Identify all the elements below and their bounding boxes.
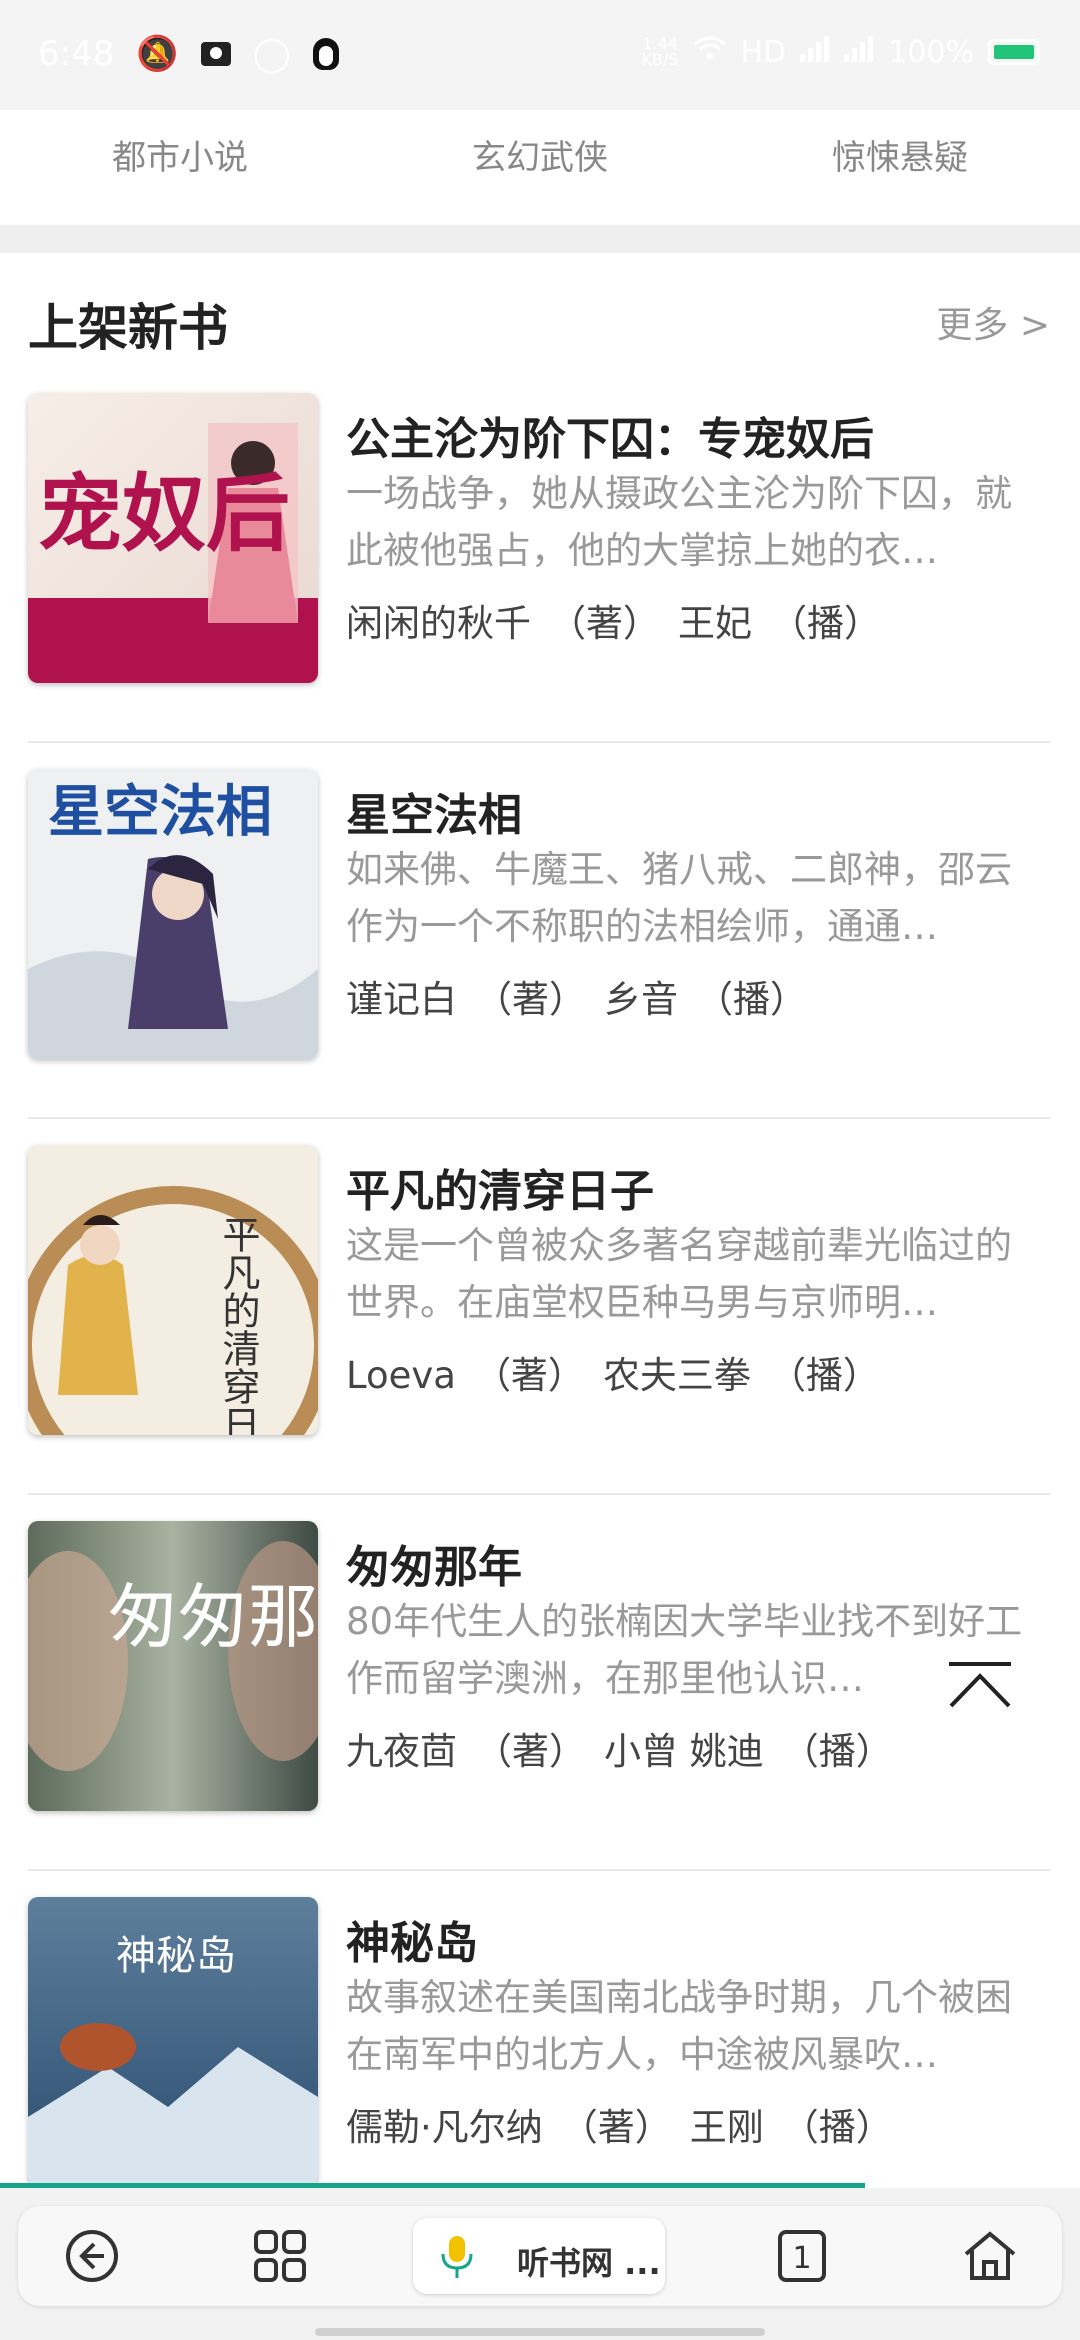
author-name: 谨记白 xyxy=(346,978,457,1021)
wifi-icon xyxy=(693,34,727,70)
author-name: 九夜茴 xyxy=(346,1730,457,1773)
network-speed: 1.44 KB/S xyxy=(641,34,679,69)
home-icon[interactable] xyxy=(958,2224,1022,2288)
tab-title: 听书网 ... xyxy=(517,2244,661,2282)
book-item[interactable]: 平凡的清穿日子 平凡的清穿日子 这是一个曾被众多著名穿越前辈光临过的世界。在庙堂… xyxy=(28,1117,1050,1495)
narrator-tag: （播） xyxy=(768,1354,880,1397)
book-title[interactable]: 平凡的清穿日子 xyxy=(346,1155,654,1219)
book-title[interactable]: 公主沦为阶下囚：专宠奴后 xyxy=(346,403,874,467)
book-credits: 九夜茴 （著） 小曾 姚迪 （播） xyxy=(346,1721,911,1775)
battery-percent: 100% xyxy=(888,34,974,70)
menu-grid-icon[interactable] xyxy=(248,2224,312,2288)
tabs-count-icon[interactable]: 1 xyxy=(770,2224,834,2288)
book-description: 如来佛、牛魔王、猪八戒、二郎神，邵云作为一个不称职的法相绘师，通通… xyxy=(346,848,1012,948)
narrator-tag: （播） xyxy=(781,2106,893,2149)
book-title[interactable]: 神秘岛 xyxy=(346,1907,478,1971)
book-item[interactable]: 宠奴后 公主沦为阶下囚：专宠奴后 一场战争，她从摄政公主沦为阶下囚，就此被他强占… xyxy=(28,365,1050,743)
book-description: 故事叙述在美国南北战争时期，几个被困在南军中的北方人，中途被风暴吹… xyxy=(346,1976,1012,2076)
book-credits: 儒勒·凡尔纳 （著） 王刚 （播） xyxy=(346,2097,911,2151)
narrator-name: 王妃 xyxy=(678,602,752,645)
bottom-nav-panel: 听书网 ... 1 xyxy=(18,2206,1062,2306)
category-thriller[interactable]: 惊悚悬疑 xyxy=(720,110,1080,225)
svg-text:星空法相: 星空法相 xyxy=(48,779,272,845)
author-tag: （著） xyxy=(560,2106,672,2149)
sync-circle-icon: ◯ xyxy=(252,34,291,74)
signal-icon-2 xyxy=(844,35,874,70)
back-to-top-icon[interactable] xyxy=(945,1660,1015,1710)
category-row: 都市小说 玄幻武侠 惊悚悬疑 xyxy=(0,110,1080,225)
book-cover[interactable]: 星空法相 xyxy=(28,769,318,1059)
current-tab-pill[interactable]: 听书网 ... xyxy=(413,2218,665,2294)
narrator-tag: （播） xyxy=(770,602,881,645)
category-fantasy[interactable]: 玄幻武侠 xyxy=(360,110,720,225)
narrator-name: 小曾 姚迪 xyxy=(604,1730,764,1773)
narrator-tag: （播） xyxy=(696,978,807,1021)
svg-text:匆匆那年: 匆匆那年 xyxy=(108,1576,318,1658)
more-link[interactable]: 更多 > xyxy=(936,296,1050,348)
status-bar: 6:48 🔕 ◯ 1.44 KB/S HD 100% xyxy=(0,0,1080,110)
author-name: Loeva xyxy=(346,1354,456,1397)
signal-icon-1 xyxy=(800,35,830,70)
hd-label: HD xyxy=(740,34,787,70)
author-name: 儒勒·凡尔纳 xyxy=(346,2106,543,2149)
bottom-nav-bar: 听书网 ... 1 xyxy=(0,2188,1080,2340)
book-cover[interactable]: 匆匆那年 xyxy=(28,1521,318,1811)
book-credits: 谨记白 （著） 乡音 （播） xyxy=(346,969,825,1023)
narrator-tag: （播） xyxy=(781,1730,893,1773)
section-title: 上架新书 xyxy=(28,299,228,357)
narrator-name: 农夫三拳 xyxy=(602,1354,751,1397)
category-urban[interactable]: 都市小说 xyxy=(0,110,360,225)
microphone-icon xyxy=(435,2232,479,2286)
back-icon[interactable] xyxy=(60,2224,124,2288)
svg-text:宠奴后: 宠奴后 xyxy=(38,464,290,563)
home-indicator xyxy=(315,2328,765,2336)
book-credits: 闲闲的秋千 （著） 王妃 （播） xyxy=(346,593,899,647)
author-tag: （著） xyxy=(473,1354,585,1397)
author-tag: （著） xyxy=(549,602,660,645)
book-title[interactable]: 星空法相 xyxy=(346,779,522,843)
svg-text:神秘岛: 神秘岛 xyxy=(116,1933,236,1979)
author-tag: （著） xyxy=(475,978,586,1021)
book-credits: Loeva （著） 农夫三拳 （播） xyxy=(346,1345,898,1399)
book-title[interactable]: 匆匆那年 xyxy=(346,1531,522,1595)
book-cover[interactable]: 平凡的清穿日子 xyxy=(28,1145,318,1435)
book-cover[interactable]: 宠奴后 xyxy=(28,393,318,683)
author-name: 闲闲的秋千 xyxy=(346,602,531,645)
book-description: 一场战争，她从摄政公主沦为阶下囚，就此被他强占，他的大掌掠上她的衣… xyxy=(346,472,1012,572)
narrator-name: 王刚 xyxy=(689,2106,764,2149)
section-divider xyxy=(0,225,1080,253)
book-item[interactable]: 星空法相 星空法相 如来佛、牛魔王、猪八戒、二郎神，邵云作为一个不称职的法相绘师… xyxy=(28,741,1050,1119)
svg-text:平凡的清穿日子: 平凡的清穿日子 xyxy=(216,1215,260,1435)
narrator-name: 乡音 xyxy=(604,978,678,1021)
camera-icon xyxy=(200,42,231,66)
book-cover[interactable]: 神秘岛 xyxy=(28,1897,318,2187)
qq-penguin-icon xyxy=(312,38,339,70)
clock: 6:48 xyxy=(38,34,115,74)
book-description: 80年代生人的张楠因大学毕业找不到好工作而留学澳洲，在那里他认识… xyxy=(346,1600,1023,1700)
svg-text:1: 1 xyxy=(792,2241,811,2276)
book-description: 这是一个曾被众多著名穿越前辈光临过的世界。在庙堂权臣种马男与京师明… xyxy=(346,1224,1012,1324)
author-tag: （著） xyxy=(475,1730,586,1773)
book-item[interactable]: 匆匆那年 匆匆那年 80年代生人的张楠因大学毕业找不到好工作而留学澳洲，在那里他… xyxy=(28,1493,1050,1871)
battery-icon xyxy=(988,39,1040,65)
mute-bell-icon: 🔕 xyxy=(136,34,179,74)
